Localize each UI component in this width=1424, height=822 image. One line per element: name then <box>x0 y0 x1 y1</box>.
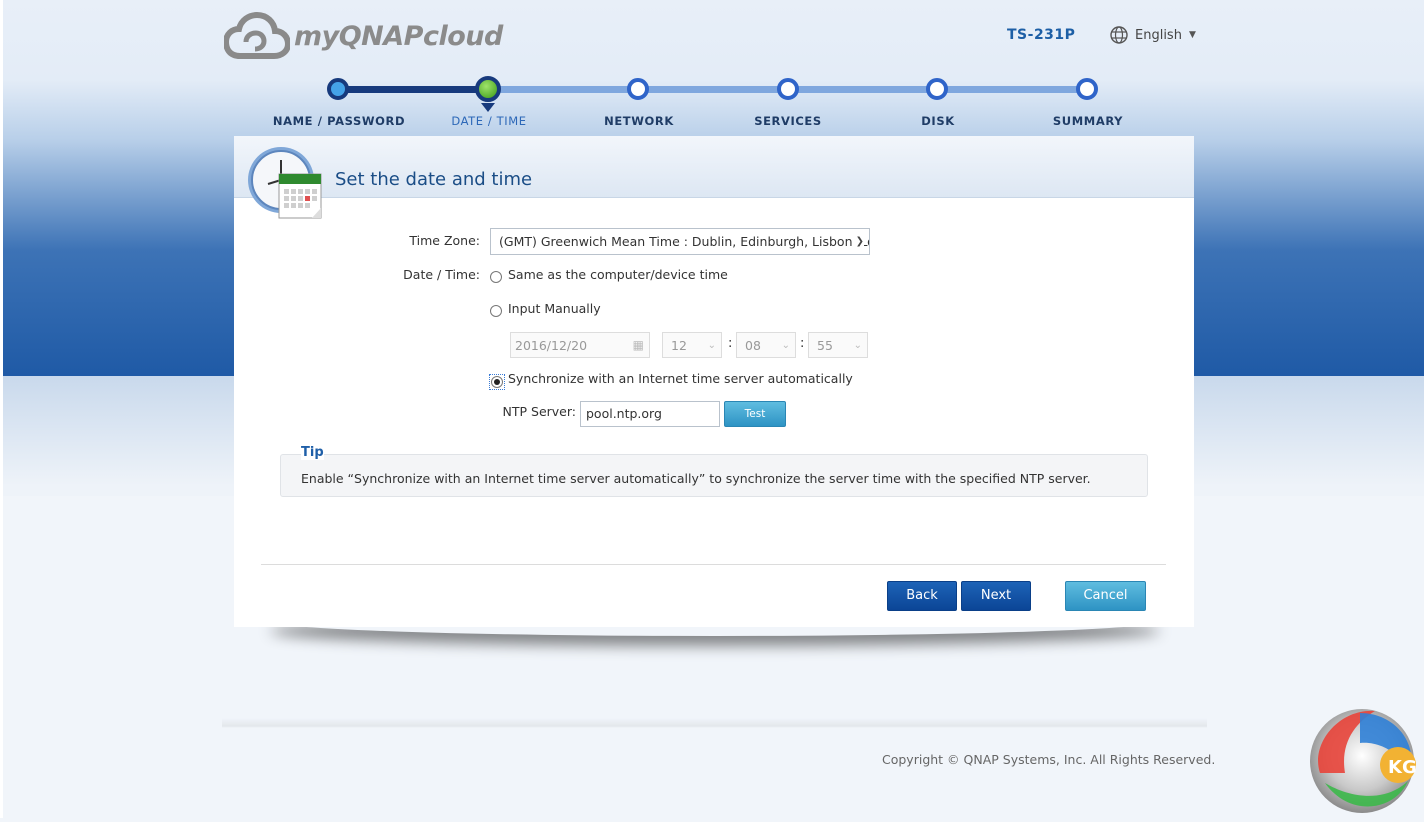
tip-title: Tip <box>301 445 324 460</box>
step-label-name-password: NAME / PASSWORD <box>272 114 406 128</box>
ntp-server-label: NTP Server: <box>502 404 576 419</box>
chevron-down-icon: ❯ <box>852 229 864 254</box>
logo-text: myQNAPcloud <box>294 20 503 52</box>
manual-second-select[interactable]: 55 ⌄ <box>808 332 868 358</box>
manual-date-value: 2016/12/20 <box>515 338 588 353</box>
footer-divider <box>261 564 1166 565</box>
chevron-down-icon: ▼ <box>1188 30 1196 40</box>
timezone-value: (GMT) Greenwich Mean Time : Dublin, Edin… <box>499 234 870 249</box>
stepper-track-complete <box>338 86 488 93</box>
tip-box: Enable “Synchronize with an Internet tim… <box>280 454 1148 497</box>
step-dot-summary <box>1076 78 1098 100</box>
option-sync-label: Synchronize with an Internet time server… <box>508 371 853 386</box>
language-label: English <box>1135 27 1182 43</box>
step-label-date-time: DATE / TIME <box>451 114 527 128</box>
back-button[interactable]: Back <box>887 581 957 611</box>
step-label-network: NETWORK <box>604 114 674 128</box>
cancel-button[interactable]: Cancel <box>1065 581 1146 611</box>
time-separator: : <box>728 336 733 351</box>
step-label-summary: SUMMARY <box>1052 114 1124 128</box>
step-dot-services <box>777 78 799 100</box>
manual-hour-value: 12 <box>671 338 687 353</box>
globe-icon <box>1110 26 1128 44</box>
chevron-down-icon: ⌄ <box>853 340 862 351</box>
watermark-logo: KG <box>1300 703 1424 822</box>
test-button[interactable]: Test <box>724 401 786 427</box>
step-dot-date-time-active <box>475 76 501 102</box>
step-label-disk: DISK <box>921 114 955 128</box>
option-same-label: Same as the computer/device time <box>508 267 728 282</box>
timezone-select[interactable]: (GMT) Greenwich Mean Time : Dublin, Edin… <box>490 228 870 255</box>
step-label-services: SERVICES <box>754 114 822 128</box>
step-dot-disk <box>926 78 948 100</box>
language-selector[interactable]: English ▼ <box>1110 26 1196 44</box>
tip-text: Enable “Synchronize with an Internet tim… <box>301 471 1091 486</box>
step-pin-tip <box>481 103 495 112</box>
cloud-logo-icon <box>224 12 290 59</box>
manual-minute-select[interactable]: 08 ⌄ <box>736 332 796 358</box>
manual-second-value: 55 <box>817 338 833 353</box>
radio-input-manually[interactable] <box>490 305 502 317</box>
page-title: Set the date and time <box>335 169 533 190</box>
step-dot-network <box>627 78 649 100</box>
svg-text:KG: KG <box>1388 757 1417 778</box>
manual-minute-value: 08 <box>745 338 761 353</box>
radio-sync-ntp[interactable] <box>491 376 503 388</box>
time-separator: : <box>800 336 805 351</box>
clock-calendar-icon <box>246 144 328 228</box>
step-dot-name-password <box>327 78 349 100</box>
device-model: TS-231P <box>1007 27 1076 43</box>
copyright-text: Copyright © QNAP Systems, Inc. All Right… <box>882 752 1216 767</box>
footer-line <box>222 718 1207 728</box>
calendar-icon <box>278 173 322 219</box>
datetime-label: Date / Time: <box>403 267 480 282</box>
wizard-panel: Set the date and time Time Zone: (GMT) G… <box>234 136 1194 627</box>
page-edge <box>0 0 3 818</box>
calendar-icon: ▦ <box>632 338 644 352</box>
manual-hour-select[interactable]: 12 ⌄ <box>662 332 722 358</box>
timezone-label: Time Zone: <box>409 233 480 248</box>
radio-same-as-device[interactable] <box>490 271 502 283</box>
next-button[interactable]: Next <box>961 581 1031 611</box>
manual-date-input[interactable]: 2016/12/20 ▦ <box>510 332 650 358</box>
ntp-server-input[interactable]: pool.ntp.org <box>580 401 720 427</box>
chevron-down-icon: ⌄ <box>707 340 716 351</box>
chevron-down-icon: ⌄ <box>781 340 790 351</box>
myqnapcloud-logo: myQNAPcloud <box>224 12 503 60</box>
option-manual-label: Input Manually <box>508 301 601 316</box>
